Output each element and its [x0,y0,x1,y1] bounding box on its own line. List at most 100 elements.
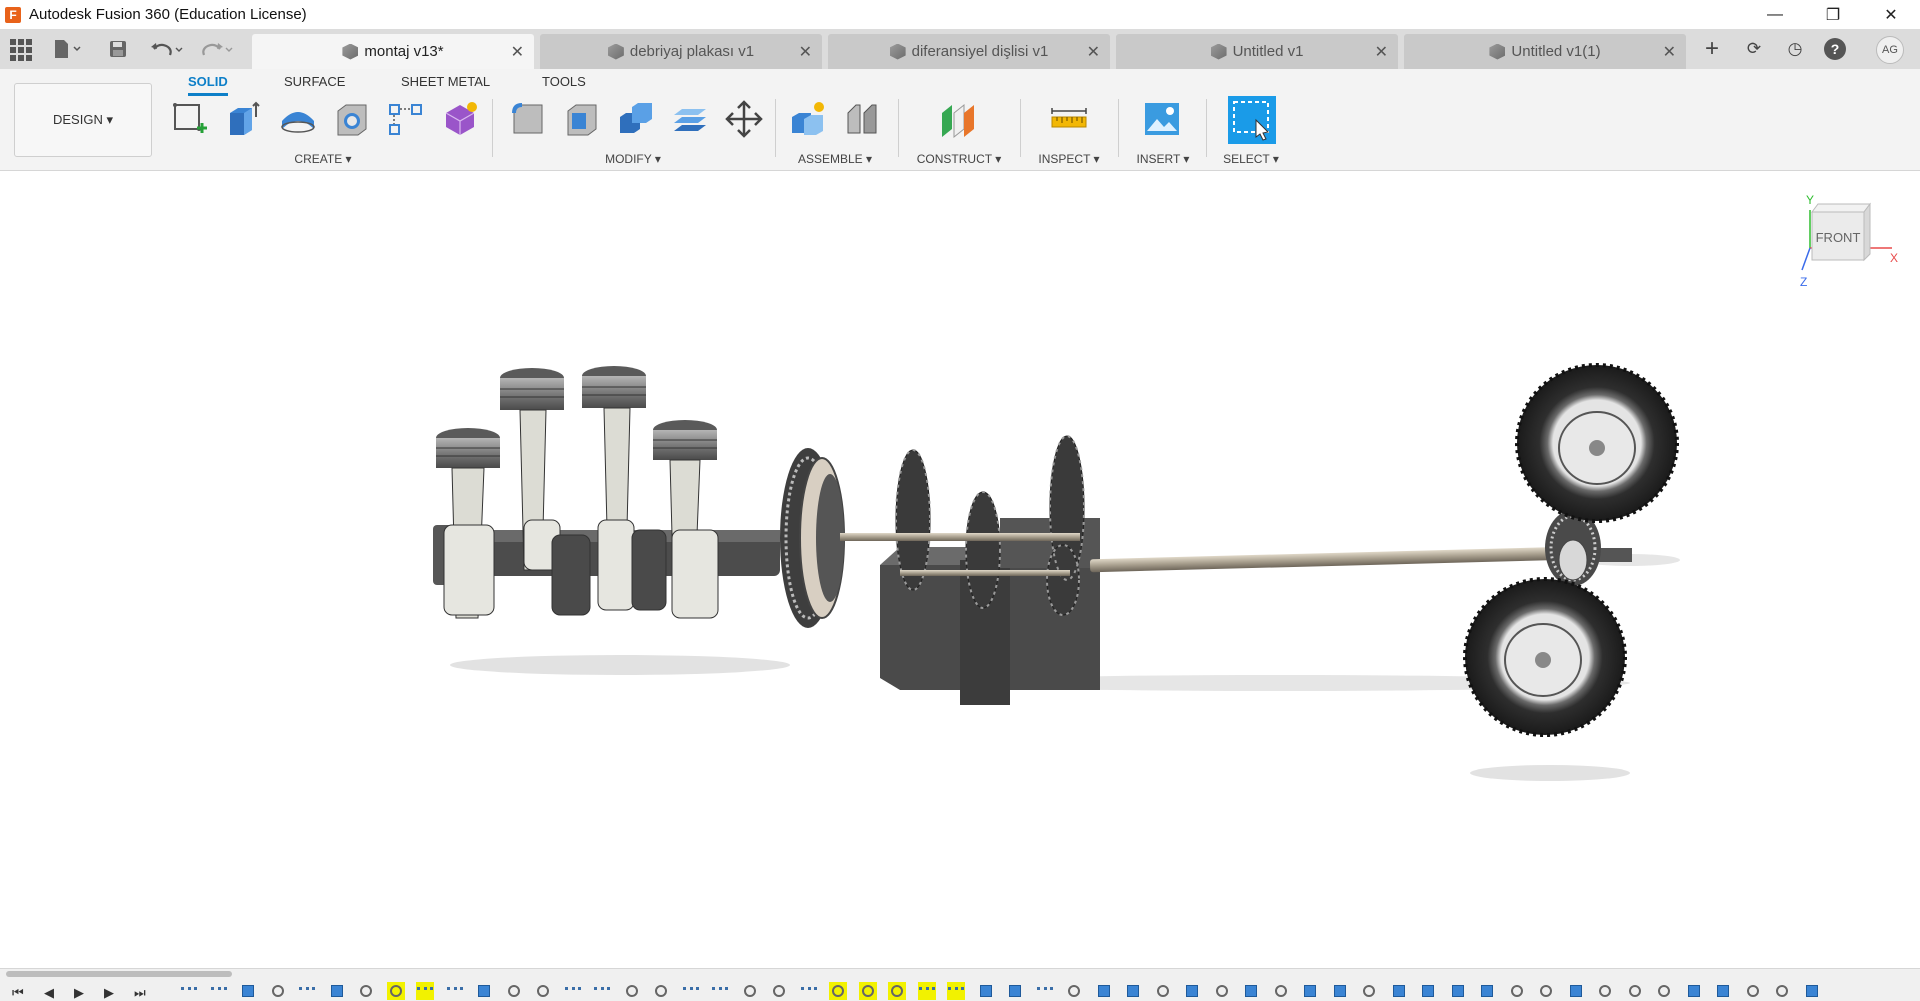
canvas-viewport[interactable] [0,172,1920,968]
timeline-feature-item[interactable] [180,982,198,1000]
timeline-feature-item[interactable] [947,982,965,1000]
timeline-play-button[interactable]: ▶ [74,985,84,1001]
save-icon[interactable] [106,37,130,61]
timeline-feature-item[interactable] [1537,982,1555,1000]
timeline-feature-item[interactable] [741,982,759,1000]
workspace-switcher-button[interactable]: DESIGN ▾ [14,83,152,157]
combine-icon[interactable] [616,99,656,139]
select-menu[interactable]: SELECT ▾ [1196,152,1306,166]
revolve-icon[interactable] [278,99,318,139]
close-tab-icon[interactable]: ✕ [799,42,812,62]
timeline-feature-item[interactable] [977,982,995,1000]
data-panel-grid-icon[interactable] [8,37,32,61]
undo-icon[interactable] [146,37,186,61]
timeline-feature-item[interactable] [858,982,877,1000]
timeline-feature-item[interactable] [1478,982,1496,1000]
view-cube-front-face[interactable]: FRONT [1816,230,1861,245]
timeline-feature-item[interactable] [446,982,464,1000]
assemble-menu[interactable]: ASSEMBLE ▾ [780,152,890,166]
timeline-feature-item[interactable] [239,982,257,1000]
timeline-feature-item[interactable] [1006,982,1024,1000]
timeline-feature-item[interactable] [652,982,670,1000]
insert-image-icon[interactable] [1142,99,1182,139]
timeline-feature-item[interactable] [1331,982,1349,1000]
timeline-feature-item[interactable] [711,982,729,1000]
timeline-feature-item[interactable] [593,982,611,1000]
timeline-feature-item[interactable] [1095,982,1113,1000]
timeline-feature-item[interactable] [1773,982,1791,1000]
timeline-feature-item[interactable] [1242,982,1260,1000]
piston-assembly[interactable] [436,366,719,619]
create-form-icon[interactable] [440,99,480,139]
timeline-feature-item[interactable] [1744,982,1762,1000]
timeline-feature-item[interactable] [623,982,641,1000]
timeline-feature-item[interactable] [1213,982,1231,1000]
timeline-feature-item[interactable] [269,982,287,1000]
close-tab-icon[interactable]: ✕ [1663,42,1676,62]
job-status-icon[interactable]: ◷ [1783,37,1807,61]
timeline-feature-item[interactable] [1567,982,1585,1000]
drive-shaft[interactable] [1089,546,1570,573]
tab-tools[interactable]: TOOLS [542,74,586,96]
extrude-icon[interactable] [224,99,264,139]
timeline-first-button[interactable]: ⏮ [12,985,24,1001]
timeline-scrollbar[interactable] [6,971,232,977]
rear-wheel-top[interactable] [1515,363,1679,523]
timeline-feature-item[interactable] [1419,982,1437,1000]
new-component-icon[interactable] [788,99,828,139]
timeline-feature-item[interactable] [416,982,434,1000]
timeline-feature-item[interactable] [1272,982,1290,1000]
timeline-feature-item[interactable] [1301,982,1319,1000]
view-cube[interactable]: Y X Z FRONT [1800,190,1900,290]
timeline-feature-item[interactable] [1390,982,1408,1000]
timeline-feature-item[interactable] [1124,982,1142,1000]
tab-untitled[interactable]: Untitled v1 ✕ [1116,34,1398,69]
create-menu[interactable]: CREATE ▾ [268,152,378,166]
timeline-feature-item[interactable] [1183,982,1201,1000]
fillet-icon[interactable] [562,99,602,139]
minimize-button[interactable]: — [1746,0,1804,29]
gearbox[interactable] [840,435,1100,705]
close-window-button[interactable]: ✕ [1862,0,1920,29]
timeline-feature-item[interactable] [210,982,228,1000]
timeline-feature-item[interactable] [357,982,375,1000]
create-sketch-icon[interactable] [170,99,210,139]
timeline-feature-item[interactable] [1449,982,1467,1000]
timeline-feature-item[interactable] [1360,982,1378,1000]
help-icon[interactable]: ? [1824,38,1846,60]
timeline-feature-item[interactable] [1655,982,1673,1000]
tab-montaj[interactable]: montaj v13* ✕ [252,34,534,69]
timeline-feature-item[interactable] [1036,982,1054,1000]
powertrain-model[interactable] [0,172,1920,968]
timeline-feature-item[interactable] [475,982,493,1000]
move-copy-icon[interactable] [724,99,764,139]
timeline-feature-item[interactable] [800,982,818,1000]
timeline-back-button[interactable]: ◀ [44,985,54,1001]
measure-icon[interactable] [1049,99,1089,139]
select-icon[interactable] [1228,96,1276,144]
offset-plane-icon[interactable] [938,99,978,139]
timeline-feature-item[interactable] [386,982,405,1000]
redo-icon[interactable] [196,37,236,61]
construct-menu[interactable]: CONSTRUCT ▾ [904,152,1014,166]
timeline-feature-item[interactable] [770,982,788,1000]
tab-diferansiyel[interactable]: diferansiyel dişlisi v1 ✕ [828,34,1110,69]
timeline-feature-item[interactable] [829,982,847,1000]
tab-solid[interactable]: SOLID [188,74,228,96]
timeline-feature-item[interactable] [1714,982,1732,1000]
timeline-feature-item[interactable] [1154,982,1172,1000]
new-tab-icon[interactable]: + [1700,35,1724,62]
tab-sheet-metal[interactable]: SHEET METAL [401,74,490,96]
timeline-forward-button[interactable]: ▶ [104,985,114,1001]
modify-menu[interactable]: MODIFY ▾ [578,152,688,166]
press-pull-icon[interactable] [508,99,548,139]
shell-icon[interactable] [670,99,710,139]
timeline-feature-item[interactable] [505,982,523,1000]
tab-surface[interactable]: SURFACE [284,74,345,96]
timeline-feature-item[interactable] [1626,982,1644,1000]
tab-untitled-1[interactable]: Untitled v1(1) ✕ [1404,34,1686,69]
timeline-feature-item[interactable] [328,982,346,1000]
hole-icon[interactable] [332,99,372,139]
timeline-feature-item[interactable] [1065,982,1083,1000]
timeline-feature-item[interactable] [1803,982,1821,1000]
